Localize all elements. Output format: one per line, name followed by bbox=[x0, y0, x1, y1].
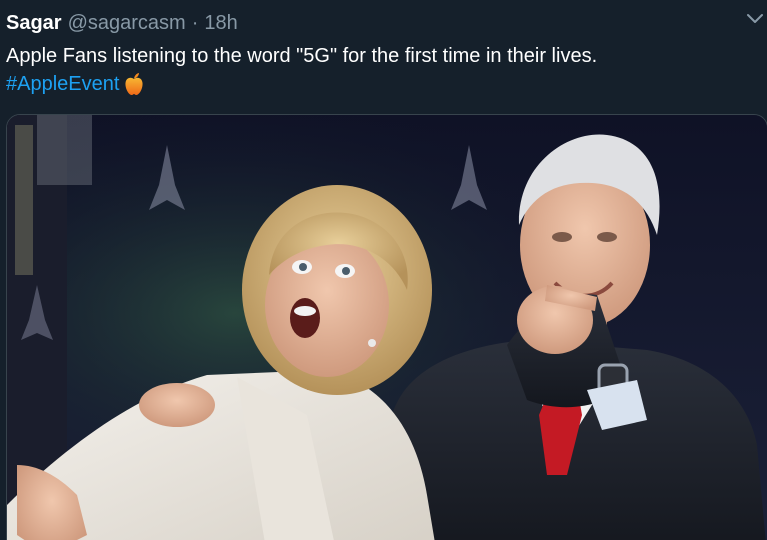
tweet-timestamp[interactable]: 18h bbox=[204, 10, 237, 36]
tweet-card: Sagar @sagarcasm · 18h Apple Fans listen… bbox=[0, 0, 767, 540]
chevron-down-icon[interactable] bbox=[745, 8, 765, 28]
tweet-media-image[interactable] bbox=[6, 114, 767, 540]
author-display-name[interactable]: Sagar bbox=[6, 10, 62, 36]
hashtag-link[interactable]: #AppleEvent bbox=[6, 70, 119, 98]
apple-emoji-icon bbox=[123, 72, 145, 96]
author-handle[interactable]: @sagarcasm bbox=[68, 10, 186, 36]
tweet-header: Sagar @sagarcasm · 18h bbox=[6, 10, 238, 36]
tweet-text: Apple Fans listening to the word "5G" fo… bbox=[6, 45, 598, 67]
tweet-body: Apple Fans listening to the word "5G" fo… bbox=[6, 42, 756, 98]
hashtag-line: #AppleEvent bbox=[6, 70, 756, 98]
header-separator: · bbox=[191, 12, 199, 34]
